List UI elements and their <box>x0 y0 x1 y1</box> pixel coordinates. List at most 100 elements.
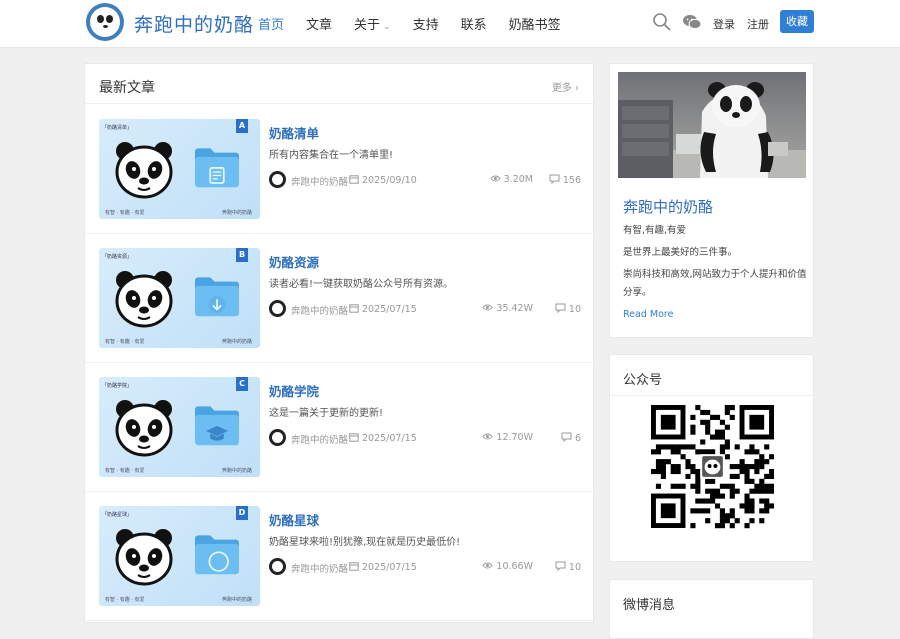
post-date-value: 2025/07/15 <box>362 304 417 315</box>
search-icon[interactable] <box>652 12 672 32</box>
nav-home[interactable]: 首页 <box>258 14 284 33</box>
nav-support[interactable]: 支持 <box>413 14 439 33</box>
nav-about-label: 关于 <box>354 18 381 33</box>
panda-icon <box>115 142 173 199</box>
panda-icon <box>115 400 173 457</box>
comment-icon <box>561 432 572 442</box>
article-title[interactable]: 奶酪清单 <box>269 123 319 142</box>
author-avatar[interactable] <box>269 300 286 317</box>
comment-icon <box>549 174 560 184</box>
article-thumbnail[interactable]: 「奶酪清单」 A 有智 · 有趣 · 有爱 奔跑中的奶酪 <box>99 119 260 219</box>
view-count: 35.42W <box>482 303 533 314</box>
thumbnail-slogan: 有智 · 有趣 · 有爱 <box>105 210 145 216</box>
document-icon <box>195 148 239 188</box>
read-more-link[interactable]: Read More <box>623 309 673 320</box>
comment-icon <box>555 303 566 313</box>
view-count-value: 10.66W <box>496 561 533 572</box>
profile-line1: 有智,有趣,有爱 <box>623 225 687 236</box>
thumbnail-brand: 奔跑中的奶酪 <box>221 210 252 216</box>
register-link[interactable]: 注册 <box>747 16 769 32</box>
article-list-item[interactable]: 「奶酪星球」 D 有智 · 有趣 · 有爱 奔跑中的奶酪 奶酪星球 奶酪星球来啦… <box>85 492 593 621</box>
comment-count[interactable]: 10 <box>555 303 581 315</box>
section-title: 最新文章 <box>99 80 155 96</box>
post-date: 2025/09/10 <box>349 174 417 186</box>
comment-count-value: 156 <box>562 175 581 186</box>
thumbnail-brand: 奔跑中的奶酪 <box>221 339 252 345</box>
view-count: 12.70W <box>482 432 533 443</box>
profile-line2: 是世界上最美好的三件事。 <box>623 247 738 258</box>
main-nav: 首页 文章 关于 ⌄ 支持 联系 奶酪书签 <box>258 14 583 33</box>
article-thumbnail[interactable]: 「奶酪星球」 D 有智 · 有趣 · 有爱 奔跑中的奶酪 <box>99 506 260 606</box>
article-badge: A <box>236 119 248 133</box>
article-meta: 奔跑中的奶酪 2025/07/15 12.70W 6 <box>269 429 581 446</box>
panel-header: 最新文章 更多 › <box>85 64 593 104</box>
latest-articles-panel: 最新文章 更多 › 「奶酪清单」 A 有智 · 有趣 · 有爱 奔跑中的奶酪 奶… <box>84 63 594 623</box>
comment-count[interactable]: 156 <box>549 174 581 186</box>
comment-count[interactable]: 6 <box>561 432 581 444</box>
login-link[interactable]: 登录 <box>713 16 735 32</box>
profile-line3: 崇尚科技和高效,网站致力于个人提升和价值分享。 <box>623 269 807 298</box>
article-list-item[interactable]: 「奶酪学院」 C 有智 · 有趣 · 有爱 奔跑中的奶酪 奶酪学院 这是一篇关于… <box>85 363 593 492</box>
nav-articles[interactable]: 文章 <box>306 14 332 33</box>
weibo-title: 微博消息 <box>623 598 676 613</box>
article-thumbnail[interactable]: 「奶酪资源」 B 有智 · 有趣 · 有爱 奔跑中的奶酪 <box>99 248 260 348</box>
nav-about[interactable]: 关于 ⌄ <box>354 14 391 33</box>
weibo-card: 微博消息 <box>609 579 814 639</box>
favorite-button[interactable]: 收藏 <box>780 10 814 33</box>
post-date: 2025/07/15 <box>349 303 417 315</box>
article-badge: C <box>236 377 248 391</box>
article-excerpt: 奶酪星球来啦!别犹豫,现在就是历史最低价! <box>269 537 461 548</box>
article-list-item[interactable]: 「奶酪资源」 B 有智 · 有趣 · 有爱 奔跑中的奶酪 奶酪资源 读者必看!一… <box>85 234 593 363</box>
thumbnail-tag: 「奶酪清单」 <box>102 125 133 131</box>
article-title[interactable]: 奶酪资源 <box>269 252 319 271</box>
article-excerpt: 所有内容集合在一个清单里! <box>269 150 394 161</box>
author-avatar[interactable] <box>269 429 286 446</box>
nav-contact[interactable]: 联系 <box>461 14 487 33</box>
thumbnail-tag: 「奶酪星球」 <box>102 512 133 518</box>
thumbnail-slogan: 有智 · 有趣 · 有爱 <box>105 597 145 603</box>
chevron-down-icon: ⌄ <box>383 22 391 32</box>
author-name[interactable]: 奔跑中的奶酪 <box>291 303 348 317</box>
author-name[interactable]: 奔跑中的奶酪 <box>291 432 348 446</box>
post-date: 2025/07/15 <box>349 561 417 573</box>
views-icon <box>489 175 501 182</box>
calendar-icon <box>349 433 359 442</box>
author-name[interactable]: 奔跑中的奶酪 <box>291 174 348 188</box>
thumbnail-slogan: 有智 · 有趣 · 有爱 <box>105 339 145 345</box>
comment-count[interactable]: 10 <box>555 561 581 573</box>
view-count: 10.66W <box>482 561 533 572</box>
post-date: 2025/07/15 <box>349 432 417 444</box>
article-title[interactable]: 奶酪星球 <box>269 510 319 529</box>
chevron-right-icon: › <box>575 83 579 94</box>
author-avatar[interactable] <box>269 558 286 575</box>
top-navbar: 奔跑中的奶酪 首页 文章 关于 ⌄ 支持 联系 奶酪书签 登录 注册 收藏 <box>0 0 900 48</box>
article-excerpt: 这是一篇关于更新的更新! <box>269 408 384 419</box>
site-logo[interactable] <box>86 3 124 41</box>
calendar-icon <box>349 304 359 313</box>
wechat-icon[interactable] <box>682 12 702 32</box>
article-title[interactable]: 奶酪学院 <box>269 381 319 400</box>
thumbnail-brand: 奔跑中的奶酪 <box>221 597 252 603</box>
article-list-item[interactable]: 「奶酪清单」 A 有智 · 有趣 · 有爱 奔跑中的奶酪 奶酪清单 所有内容集合… <box>85 105 593 234</box>
post-date-value: 2025/07/15 <box>362 433 417 444</box>
article-meta: 奔跑中的奶酪 2025/07/15 10.66W 10 <box>269 558 581 575</box>
circle-icon <box>195 535 239 575</box>
article-badge: D <box>236 506 248 520</box>
article-thumbnail[interactable]: 「奶酪学院」 C 有智 · 有趣 · 有爱 奔跑中的奶酪 <box>99 377 260 477</box>
more-link[interactable]: 更多 › <box>552 79 579 94</box>
site-title[interactable]: 奔跑中的奶酪 <box>134 10 254 37</box>
views-icon <box>482 433 494 440</box>
article-meta: 奔跑中的奶酪 2025/07/15 35.42W 10 <box>269 300 581 317</box>
author-name[interactable]: 奔跑中的奶酪 <box>291 561 348 575</box>
thumbnail-brand: 奔跑中的奶酪 <box>221 468 252 474</box>
wechat-qr-code <box>651 405 774 529</box>
thumbnail-tag: 「奶酪学院」 <box>102 383 133 389</box>
author-avatar[interactable] <box>269 171 286 188</box>
graduation-cap-icon <box>195 406 239 446</box>
thumbnail-slogan: 有智 · 有趣 · 有爱 <box>105 468 145 474</box>
thumbnail-tag: 「奶酪资源」 <box>102 254 133 260</box>
comment-count-value: 10 <box>568 304 581 315</box>
nav-bookmarks[interactable]: 奶酪书签 <box>509 14 561 33</box>
profile-photo <box>618 72 806 178</box>
profile-name[interactable]: 奔跑中的奶酪 <box>623 196 713 217</box>
